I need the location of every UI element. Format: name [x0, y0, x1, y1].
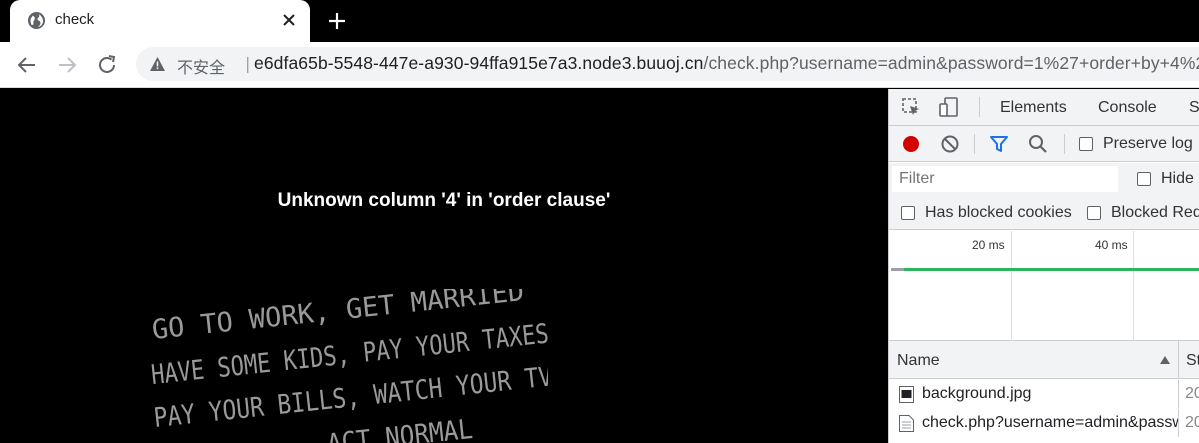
filter-icon[interactable]: [989, 134, 1009, 154]
preserve-log-checkbox[interactable]: [1079, 137, 1093, 151]
name-column-header[interactable]: Name: [897, 352, 940, 370]
cookie-filter-bar: Has blocked cookies Blocked Requests: [889, 196, 1199, 230]
tab-sources[interactable]: Sources: [1189, 99, 1199, 117]
timeline-load-bar: [904, 268, 1199, 271]
request-row[interactable]: background.jpg 200: [889, 380, 1199, 408]
warning-icon[interactable]: [149, 56, 166, 72]
hide-data-urls-checkbox[interactable]: [1137, 172, 1151, 186]
toolbar-divider: [979, 97, 980, 117]
filter-input[interactable]: [892, 166, 1118, 192]
image-file-icon: [899, 386, 914, 403]
browser-tab[interactable]: check: [10, 0, 310, 42]
toolbar-divider: [974, 134, 975, 154]
column-divider: [1178, 409, 1179, 437]
sort-ascending-icon[interactable]: [1159, 354, 1171, 366]
request-row[interactable]: check.php?username=admin&password=1%27+o…: [889, 409, 1199, 437]
browser-toolbar: 不安全 | e6dfa65b-5548-447e-a930-94ffa915e7…: [0, 42, 1199, 88]
blocked-requests-checkbox[interactable]: [1087, 206, 1101, 220]
preserve-log-label: Preserve log: [1103, 135, 1193, 152]
url-text[interactable]: e6dfa65b-5548-447e-a930-94ffa915e7a3.nod…: [254, 53, 1199, 74]
request-name: check.php?username=admin&password=1%27+o…: [922, 414, 1178, 431]
close-tab-icon[interactable]: [282, 13, 296, 27]
tab-title: check: [55, 11, 95, 28]
record-icon[interactable]: [901, 134, 921, 154]
page-viewport: Unknown column '4' in 'order clause' GO …: [0, 89, 888, 443]
has-blocked-cookies-label: Has blocked cookies: [925, 204, 1072, 221]
background-line-4: ACT NORMAL: [326, 414, 475, 443]
network-overview[interactable]: 20 ms 40 ms: [889, 231, 1199, 341]
timeline-tick-label: 40 ms: [1095, 238, 1128, 252]
new-tab-icon[interactable]: [327, 11, 347, 31]
tab-strip: check: [0, 0, 1199, 42]
search-icon[interactable]: [1028, 134, 1048, 154]
request-name: background.jpg: [922, 385, 1032, 402]
url-path: /check.php?username=admin&password=1%27+…: [703, 53, 1199, 73]
timeline-gridline: [1011, 231, 1012, 341]
inspect-element-icon[interactable]: [901, 97, 921, 117]
clear-icon[interactable]: [940, 134, 960, 154]
document-file-icon: [899, 415, 914, 432]
address-bar[interactable]: 不安全 | e6dfa65b-5548-447e-a930-94ffa915e7…: [136, 47, 1199, 81]
devtools-tab-bar: Elements Console Sources: [889, 89, 1199, 126]
back-arrow-icon[interactable]: [15, 53, 39, 77]
tab-elements[interactable]: Elements: [1000, 99, 1067, 117]
status-column-header[interactable]: Status: [1186, 352, 1199, 370]
globe-icon: [27, 11, 46, 30]
column-divider: [1178, 380, 1179, 408]
devtools-panel: Elements Console Sources Preserve log Hi…: [888, 89, 1199, 443]
tab-console[interactable]: Console: [1098, 99, 1157, 117]
not-secure-label[interactable]: 不安全: [177, 54, 225, 78]
hide-data-urls-label: Hide data URLs: [1161, 170, 1199, 187]
column-divider[interactable]: [1178, 341, 1179, 379]
blocked-requests-label: Blocked Requests: [1111, 204, 1199, 221]
url-host: e6dfa65b-5548-447e-a930-94ffa915e7a3.nod…: [254, 53, 704, 73]
timeline-tick-label: 20 ms: [972, 238, 1005, 252]
reload-icon[interactable]: [95, 53, 119, 77]
request-status: 200: [1185, 414, 1199, 431]
background-image: GO TO WORK, GET MARRIED HAVE SOME KIDS, …: [149, 289, 548, 443]
omnibox-separator: |: [245, 54, 251, 73]
timeline-wait-bar: [891, 268, 905, 271]
timeline-gridline: [1133, 231, 1134, 341]
requests-table-header: Name Status: [889, 341, 1199, 379]
forward-arrow-icon[interactable]: [55, 53, 79, 77]
device-toolbar-icon[interactable]: [939, 97, 959, 117]
error-message: Unknown column '4' in 'order clause': [277, 190, 611, 211]
request-status: 200: [1185, 385, 1199, 402]
filter-bar: Hide data URLs: [889, 163, 1199, 196]
toolbar-divider: [1064, 134, 1065, 154]
network-toolbar: Preserve log: [889, 126, 1199, 162]
has-blocked-cookies-checkbox[interactable]: [901, 206, 915, 220]
